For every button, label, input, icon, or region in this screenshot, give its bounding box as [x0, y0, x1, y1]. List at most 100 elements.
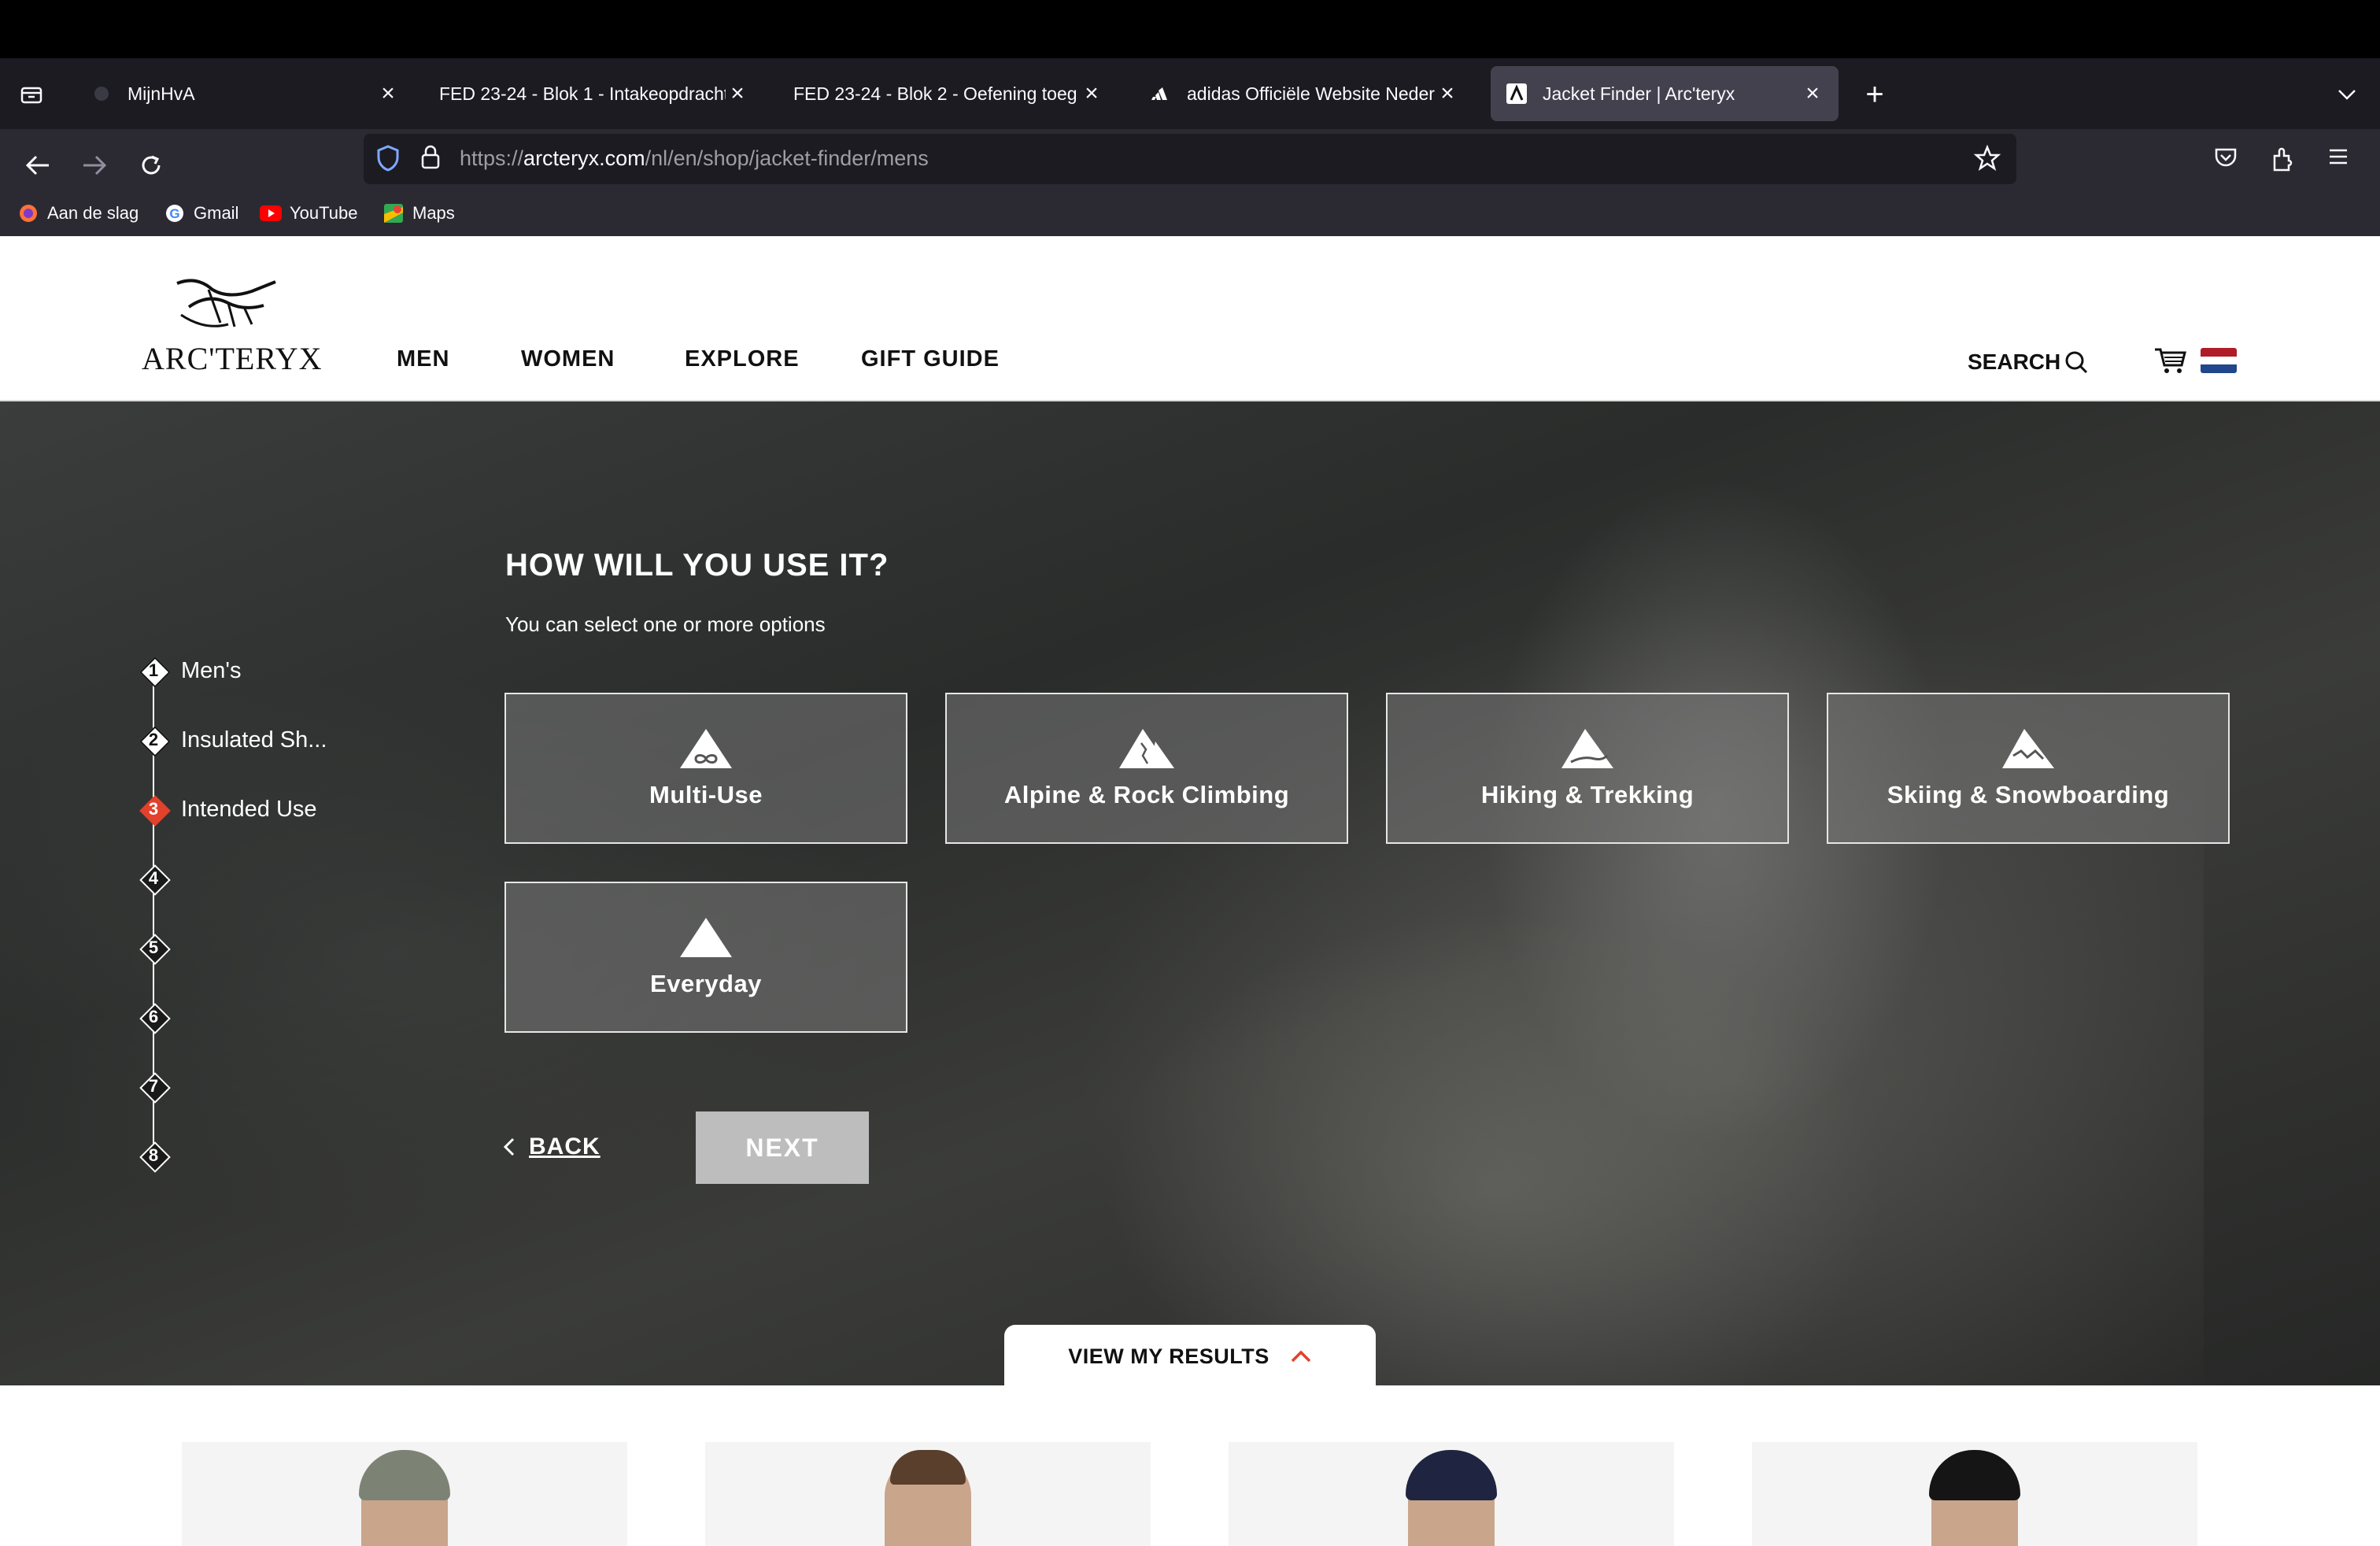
tab-label: Jacket Finder | Arc'teryx: [1543, 83, 1735, 104]
back-arrow-icon[interactable]: [16, 143, 60, 187]
results-label: VIEW MY RESULTS: [1068, 1344, 1269, 1368]
step-label: Men's: [181, 657, 242, 683]
beanie-image: [1929, 1450, 2020, 1500]
next-button[interactable]: NEXT: [696, 1111, 869, 1184]
svg-text:G: G: [169, 206, 179, 221]
chevron-up-icon: [1290, 1349, 1312, 1363]
progress-step-7: 7: [139, 1071, 422, 1102]
site-header: [0, 236, 2380, 401]
option-everyday[interactable]: Everyday: [504, 882, 907, 1033]
close-icon[interactable]: ×: [726, 80, 749, 106]
step-diamond-icon: 5: [139, 933, 168, 963]
progress-step-6: 6: [139, 1001, 422, 1033]
bookmark-youtube[interactable]: YouTube: [260, 200, 357, 227]
progress-step-1[interactable]: 1 Men's: [139, 655, 422, 686]
firefox-icon: [17, 202, 39, 224]
tab-jacket-finder[interactable]: Jacket Finder | Arc'teryx ×: [1491, 66, 1839, 121]
progress-step-5: 5: [139, 932, 422, 963]
shield-icon[interactable]: [376, 145, 403, 173]
option-multi-use[interactable]: Multi-Use: [504, 693, 907, 844]
progress-step-2[interactable]: 2 Insulated Sh...: [139, 724, 422, 756]
lock-icon[interactable]: [420, 145, 444, 173]
skiing-mountain-icon: [2002, 729, 2054, 768]
beanie-image: [359, 1450, 450, 1500]
option-hiking-trekking[interactable]: Hiking & Trekking: [1386, 693, 1789, 844]
tab-label: MijnHvA: [128, 83, 195, 104]
tab-fed-blok2[interactable]: FED 23-24 - Blok 2 - Oefening toeg ×: [779, 66, 1118, 121]
step-question-title: HOW WILL YOU USE IT?: [505, 548, 889, 583]
everyday-mountain-icon: [680, 918, 732, 957]
option-alpine-rock-climbing[interactable]: Alpine & Rock Climbing: [945, 693, 1348, 844]
chevron-down-icon[interactable]: [2330, 79, 2364, 110]
nav-gift-guide[interactable]: GIFT GUIDE: [861, 346, 1000, 372]
step-diamond-icon: 3: [139, 794, 168, 824]
cart-icon[interactable]: [2153, 346, 2188, 375]
search-label: SEARCH: [1968, 350, 2061, 374]
netherlands-flag-icon[interactable]: [2201, 348, 2237, 373]
extensions-icon[interactable]: [2270, 145, 2300, 173]
view-results-button[interactable]: VIEW MY RESULTS: [1004, 1325, 1376, 1388]
search-button[interactable]: SEARCH: [1968, 350, 2089, 375]
nav-explore[interactable]: EXPLORE: [685, 346, 800, 372]
youtube-icon: [260, 202, 282, 224]
bookmark-star-icon[interactable]: [1973, 144, 2004, 173]
bookmark-gmail[interactable]: G Gmail: [164, 200, 238, 227]
product-card[interactable]: [182, 1442, 627, 1546]
nav-men[interactable]: MEN: [397, 346, 449, 372]
step-diamond-icon: 7: [139, 1071, 168, 1101]
adidas-favicon-icon: [1149, 82, 1173, 105]
back-label: BACK: [529, 1134, 601, 1160]
arcteryx-favicon-icon: [1505, 82, 1528, 105]
back-button[interactable]: BACK: [504, 1134, 601, 1160]
bookmark-label: Gmail: [194, 203, 239, 223]
close-icon[interactable]: ×: [1801, 80, 1824, 106]
progress-step-4: 4: [139, 863, 422, 894]
step-diamond-icon: 4: [139, 864, 168, 893]
reload-icon[interactable]: [129, 143, 173, 187]
pocket-icon[interactable]: [2213, 145, 2243, 173]
option-label: Hiking & Trekking: [1480, 781, 1694, 808]
product-card[interactable]: [1229, 1442, 1674, 1546]
step-diamond-icon: 6: [139, 1002, 168, 1032]
option-skiing-snowboarding[interactable]: Skiing & Snowboarding: [1827, 693, 2230, 844]
forward-arrow-icon[interactable]: [72, 143, 116, 187]
progress-step-8: 8: [139, 1140, 422, 1171]
option-label: Skiing & Snowboarding: [1887, 781, 2170, 808]
macos-title-bar: [0, 0, 2380, 58]
search-icon: [2064, 350, 2089, 375]
bookmark-maps[interactable]: Maps: [382, 200, 455, 227]
new-tab-button[interactable]: +: [1857, 77, 1892, 112]
product-card[interactable]: [1752, 1442, 2197, 1546]
multi-use-mountain-icon: [680, 729, 732, 768]
step-label: Intended Use: [181, 796, 317, 822]
step-diamond-icon: 2: [139, 725, 168, 755]
option-label: Everyday: [650, 970, 762, 997]
menu-hamburger-icon[interactable]: [2326, 145, 2356, 173]
logo-wordmark[interactable]: ARC'TERYX: [142, 340, 323, 377]
bookmark-label: Aan de slag: [47, 203, 139, 223]
option-label: Multi-Use: [649, 781, 763, 808]
archaeopteryx-icon: [176, 279, 276, 327]
nav-women[interactable]: WOMEN: [521, 346, 615, 372]
bookmark-label: YouTube: [290, 203, 358, 223]
alpine-mountain-icon: [1119, 729, 1174, 768]
close-icon[interactable]: ×: [1436, 80, 1459, 106]
tab-list-icon[interactable]: [16, 79, 47, 110]
tab-adidas[interactable]: adidas Officiële Website Nederl ×: [1135, 66, 1473, 121]
tab-label: adidas Officiële Website Nederl: [1187, 83, 1436, 104]
tab-label: FED 23-24 - Blok 2 - Oefening toeg: [793, 83, 1077, 104]
step-question-subtitle: You can select one or more options: [505, 612, 826, 636]
hva-favicon-icon: [90, 82, 113, 105]
step-label: Insulated Sh...: [181, 727, 327, 753]
close-icon[interactable]: ×: [376, 80, 400, 106]
tab-fed-blok1[interactable]: FED 23-24 - Blok 1 - Intakeopdracht ×: [425, 66, 763, 121]
progress-step-3[interactable]: 3 Intended Use: [139, 793, 422, 825]
chevron-left-icon: [504, 1137, 515, 1156]
product-card[interactable]: [705, 1442, 1151, 1546]
bookmark-aan-de-slag[interactable]: Aan de slag: [17, 200, 139, 227]
hiking-mountain-icon: [1561, 729, 1613, 768]
close-icon[interactable]: ×: [1080, 80, 1103, 106]
url-text[interactable]: https://arcteryx.com/nl/en/shop/jacket-f…: [460, 146, 929, 171]
step-diamond-icon: 1: [139, 656, 168, 686]
tab-mijnhva[interactable]: MijnHvA ×: [76, 66, 414, 121]
